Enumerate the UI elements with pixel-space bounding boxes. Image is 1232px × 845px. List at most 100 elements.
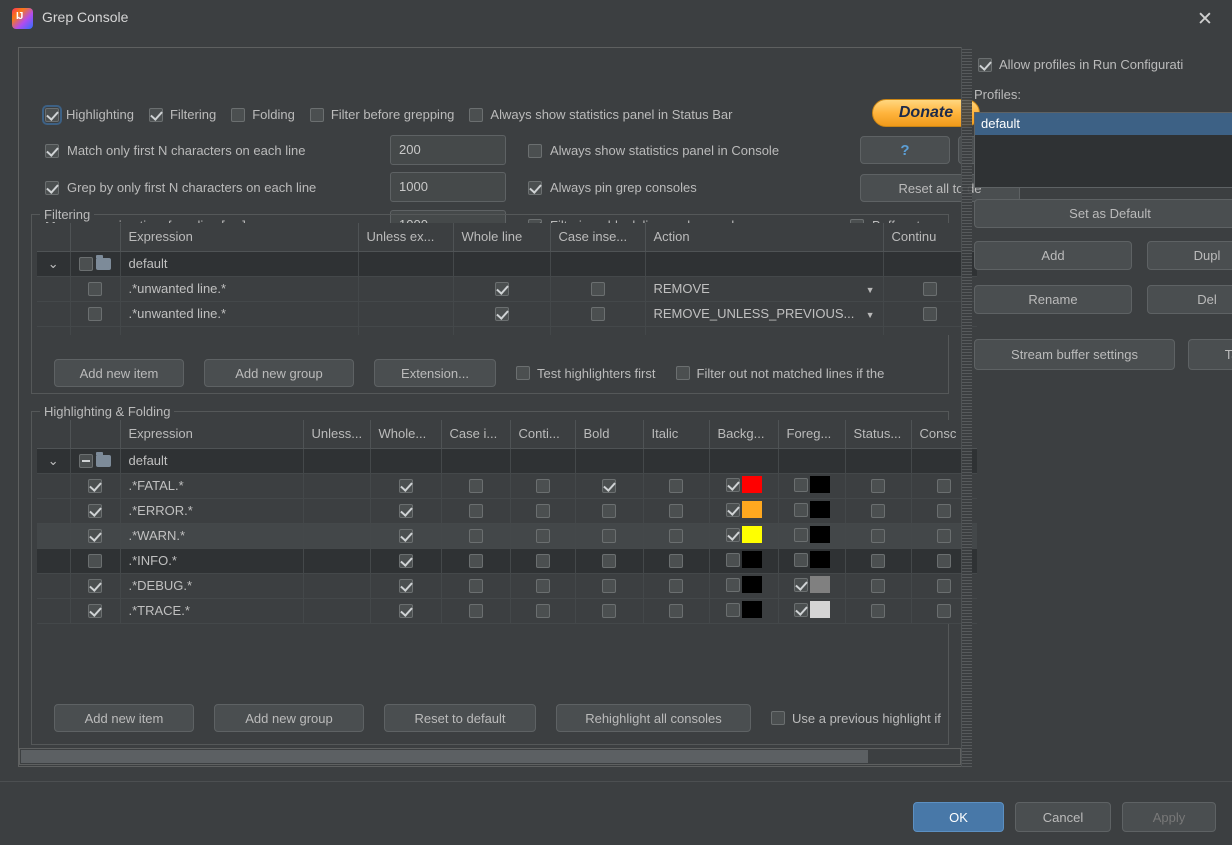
- checkbox-stats-console[interactable]: Always show statistics panel in Console: [528, 143, 779, 158]
- checkbox-grep-first-n[interactable]: Grep by only first N characters on each …: [45, 180, 316, 195]
- set-as-default-button[interactable]: Set as Default: [974, 199, 1232, 228]
- col-continue[interactable]: Conti...: [510, 420, 576, 449]
- row-unless[interactable]: [303, 523, 371, 549]
- color-swatch-foreground[interactable]: [809, 526, 830, 544]
- row-case[interactable]: [441, 548, 511, 574]
- row-continue[interactable]: [510, 573, 576, 599]
- row-unless[interactable]: [303, 548, 371, 574]
- row-whole[interactable]: [370, 598, 442, 624]
- row-expression[interactable]: .*FATAL.*: [120, 473, 304, 499]
- row-expression[interactable]: .*ERROR.*: [120, 498, 304, 524]
- grep-first-n-input[interactable]: 1000: [390, 172, 506, 202]
- row-whole-line[interactable]: [453, 276, 551, 302]
- row-bold[interactable]: [575, 548, 644, 574]
- checkbox-allow-profiles-run-config[interactable]: Allow profiles in Run Configurati: [978, 57, 1183, 72]
- table-row-group[interactable]: ⌄ default: [37, 448, 977, 474]
- row-italic[interactable]: [643, 598, 710, 624]
- row-unless[interactable]: [303, 498, 371, 524]
- row-italic[interactable]: [643, 473, 710, 499]
- table-row[interactable]: .*unwanted line.* ▼ REMOVE: [37, 276, 977, 302]
- stream-buffer-settings-button[interactable]: Stream buffer settings: [974, 339, 1175, 370]
- row-unless[interactable]: [303, 573, 371, 599]
- row-continue[interactable]: [510, 498, 576, 524]
- row-whole[interactable]: [370, 498, 442, 524]
- row-status[interactable]: [845, 473, 912, 499]
- match-first-n-input[interactable]: 200: [390, 135, 506, 165]
- checkbox-match-first-n[interactable]: Match only first N characters on each li…: [45, 143, 305, 158]
- scrollbar-thumb[interactable]: [21, 750, 868, 763]
- help-button[interactable]: ?: [860, 136, 950, 164]
- row-background[interactable]: [709, 448, 779, 474]
- row-expression[interactable]: .*TRACE.*: [120, 598, 304, 624]
- checkbox-use-previous-highlight[interactable]: Use a previous highlight if: [771, 711, 941, 726]
- row-whole[interactable]: [370, 523, 442, 549]
- row-continue[interactable]: [510, 473, 576, 499]
- filtering-extension-button[interactable]: Extension...: [374, 359, 496, 387]
- filtering-add-new-group-button[interactable]: Add new group: [204, 359, 354, 387]
- checkbox-always-pin[interactable]: Always pin grep consoles: [528, 180, 697, 195]
- row-status[interactable]: [845, 523, 912, 549]
- row-action-dropdown[interactable]: ▼ REMOVE: [645, 276, 884, 302]
- reset-to-default-button[interactable]: Reset to default: [384, 704, 536, 732]
- col-status[interactable]: Status...: [845, 420, 912, 449]
- row-checkbox-cell[interactable]: [70, 598, 121, 624]
- col-case[interactable]: Case inse...: [550, 223, 646, 252]
- rehighlight-all-consoles-button[interactable]: Rehighlight all consoles: [556, 704, 751, 732]
- col-unless[interactable]: Unless ex...: [358, 223, 454, 252]
- checkbox-highlighting[interactable]: Highlighting: [42, 104, 134, 125]
- row-unless[interactable]: [303, 448, 371, 474]
- color-swatch-background[interactable]: [741, 601, 762, 619]
- row-case[interactable]: [441, 598, 511, 624]
- row-expression[interactable]: default: [120, 448, 304, 474]
- row-whole-line[interactable]: [453, 301, 551, 327]
- row-bold[interactable]: [575, 473, 644, 499]
- col-enabled[interactable]: [70, 223, 121, 252]
- list-item-default[interactable]: default: [975, 113, 1232, 135]
- col-whole-line[interactable]: Whole line: [453, 223, 551, 252]
- table-row[interactable]: .*ERROR.*: [37, 498, 977, 524]
- table-row[interactable]: .*unwanted line.* ▼ REMOVE_UNLESS_PREVIO…: [37, 301, 977, 327]
- row-unless[interactable]: [303, 598, 371, 624]
- row-whole[interactable]: [370, 473, 442, 499]
- row-foreground[interactable]: [778, 448, 846, 474]
- col-background[interactable]: Backg...: [709, 420, 779, 449]
- checkbox-test-highlighters-first[interactable]: Test highlighters first: [516, 366, 656, 381]
- color-swatch-background[interactable]: [741, 526, 762, 544]
- row-action-dropdown[interactable]: ▼ REMOVE_UNLESS_PREVIOUS...: [645, 301, 884, 327]
- table-row-group[interactable]: ⌄ default: [37, 251, 977, 277]
- row-expression[interactable]: .*unwanted line.*: [120, 276, 359, 302]
- color-swatch-foreground[interactable]: [809, 551, 830, 569]
- row-continue[interactable]: [510, 523, 576, 549]
- ok-button[interactable]: OK: [913, 802, 1004, 832]
- apply-button[interactable]: Apply: [1122, 802, 1216, 832]
- expand-arrow-icon[interactable]: ⌄: [37, 448, 71, 474]
- col-case[interactable]: Case i...: [441, 420, 511, 449]
- row-whole[interactable]: [370, 573, 442, 599]
- row-italic[interactable]: [643, 573, 710, 599]
- delete-profile-button[interactable]: Del: [1147, 285, 1232, 314]
- row-continue[interactable]: [510, 448, 576, 474]
- row-checkbox-cell[interactable]: [70, 276, 121, 302]
- row-expression[interactable]: .*WARN.*: [120, 523, 304, 549]
- row-bold[interactable]: [575, 498, 644, 524]
- col-foreground[interactable]: Foreg...: [778, 420, 846, 449]
- row-foreground[interactable]: [778, 573, 846, 599]
- row-bold[interactable]: [575, 573, 644, 599]
- row-continue[interactable]: [510, 598, 576, 624]
- col-whole[interactable]: Whole...: [370, 420, 442, 449]
- row-case[interactable]: [550, 276, 646, 302]
- row-expression[interactable]: .*INFO.*: [120, 548, 304, 574]
- color-swatch-foreground[interactable]: [809, 576, 830, 594]
- row-background[interactable]: [709, 598, 779, 624]
- row-background[interactable]: [709, 573, 779, 599]
- rename-profile-button[interactable]: Rename: [974, 285, 1132, 314]
- row-case[interactable]: [441, 473, 511, 499]
- horizontal-scrollbar[interactable]: [19, 748, 961, 765]
- highlighting-add-new-item-button[interactable]: Add new item: [54, 704, 194, 732]
- row-case[interactable]: [441, 523, 511, 549]
- row-background[interactable]: [709, 498, 779, 524]
- row-status[interactable]: [845, 573, 912, 599]
- col-expand[interactable]: [37, 420, 71, 449]
- row-status[interactable]: [845, 548, 912, 574]
- row-case[interactable]: [441, 448, 511, 474]
